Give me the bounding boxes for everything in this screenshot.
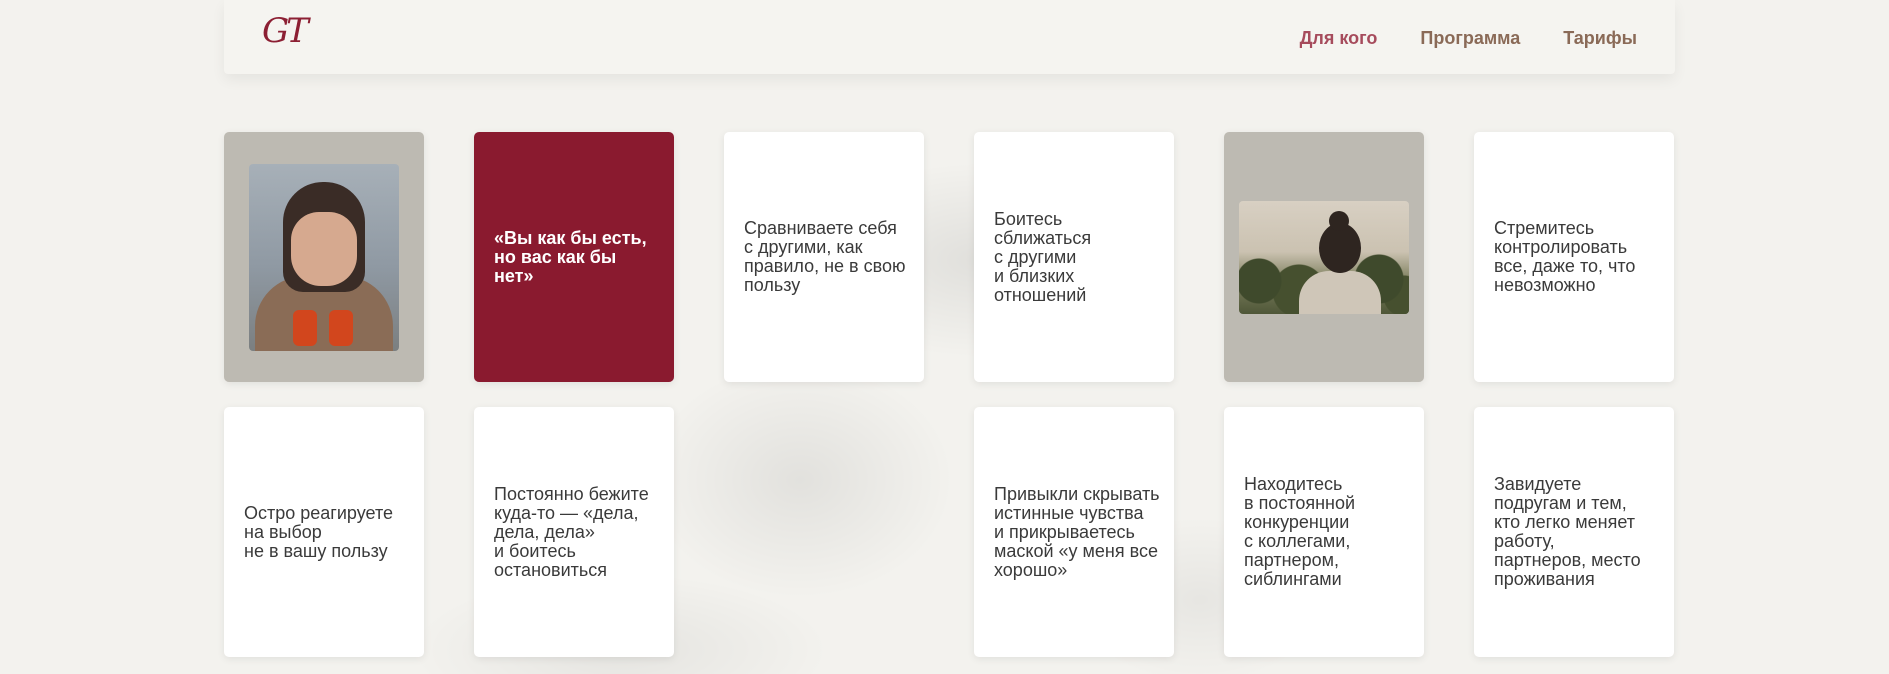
main-nav: Для кого Программа Тарифы [1300,28,1637,48]
card-text: Боитесь сближаться с другими и близких о… [994,208,1092,305]
site-header: GT Для кого Программа Тарифы [224,0,1675,74]
person-covering-face-photo [249,164,399,351]
card-text: Остро реагируете на выбор не в вашу поль… [244,502,393,561]
card-text: Постоянно бежите куда-то — «дела, дела, … [494,483,649,580]
card-text: Находитесь в постоянной конкуренции с ко… [1244,474,1356,589]
card-text: Завидуете подругам и тем, кто легко меня… [1494,474,1641,589]
card-image-woman [1224,132,1424,382]
card-control: Стремитесь контролировать все, даже то, … [1474,132,1674,382]
card-text: Привыкли скрывать истинные чувства и при… [994,483,1160,580]
woman-back-nature-photo [1239,201,1409,314]
card-quote-text: «Вы как бы есть, но вас как бы нет» [494,227,647,286]
logo[interactable]: GT [262,14,309,48]
card-image-person [224,132,424,382]
nav-link-program[interactable]: Программа [1420,28,1520,48]
card-text: Сравниваете себя с другими, как правило,… [744,218,906,295]
card-compare: Сравниваете себя с другими, как правило,… [724,132,924,382]
nav-link-for-whom[interactable]: Для кого [1300,28,1378,48]
card-text: Стремитесь контролировать все, даже то, … [1494,218,1636,295]
card-envy: Завидуете подругам и тем, кто легко меня… [1474,407,1674,657]
nav-link-pricing[interactable]: Тарифы [1563,28,1637,48]
card-react: Остро реагируете на выбор не в вашу поль… [224,407,424,657]
card-running: Постоянно бежите куда-то — «дела, дела, … [474,407,674,657]
card-hide-feelings: Привыкли скрывать истинные чувства и при… [974,407,1174,657]
card-fear-closeness: Боитесь сближаться с другими и близких о… [974,132,1174,382]
card-quote: «Вы как бы есть, но вас как бы нет» [474,132,674,382]
card-competition: Находитесь в постоянной конкуренции с ко… [1224,407,1424,657]
